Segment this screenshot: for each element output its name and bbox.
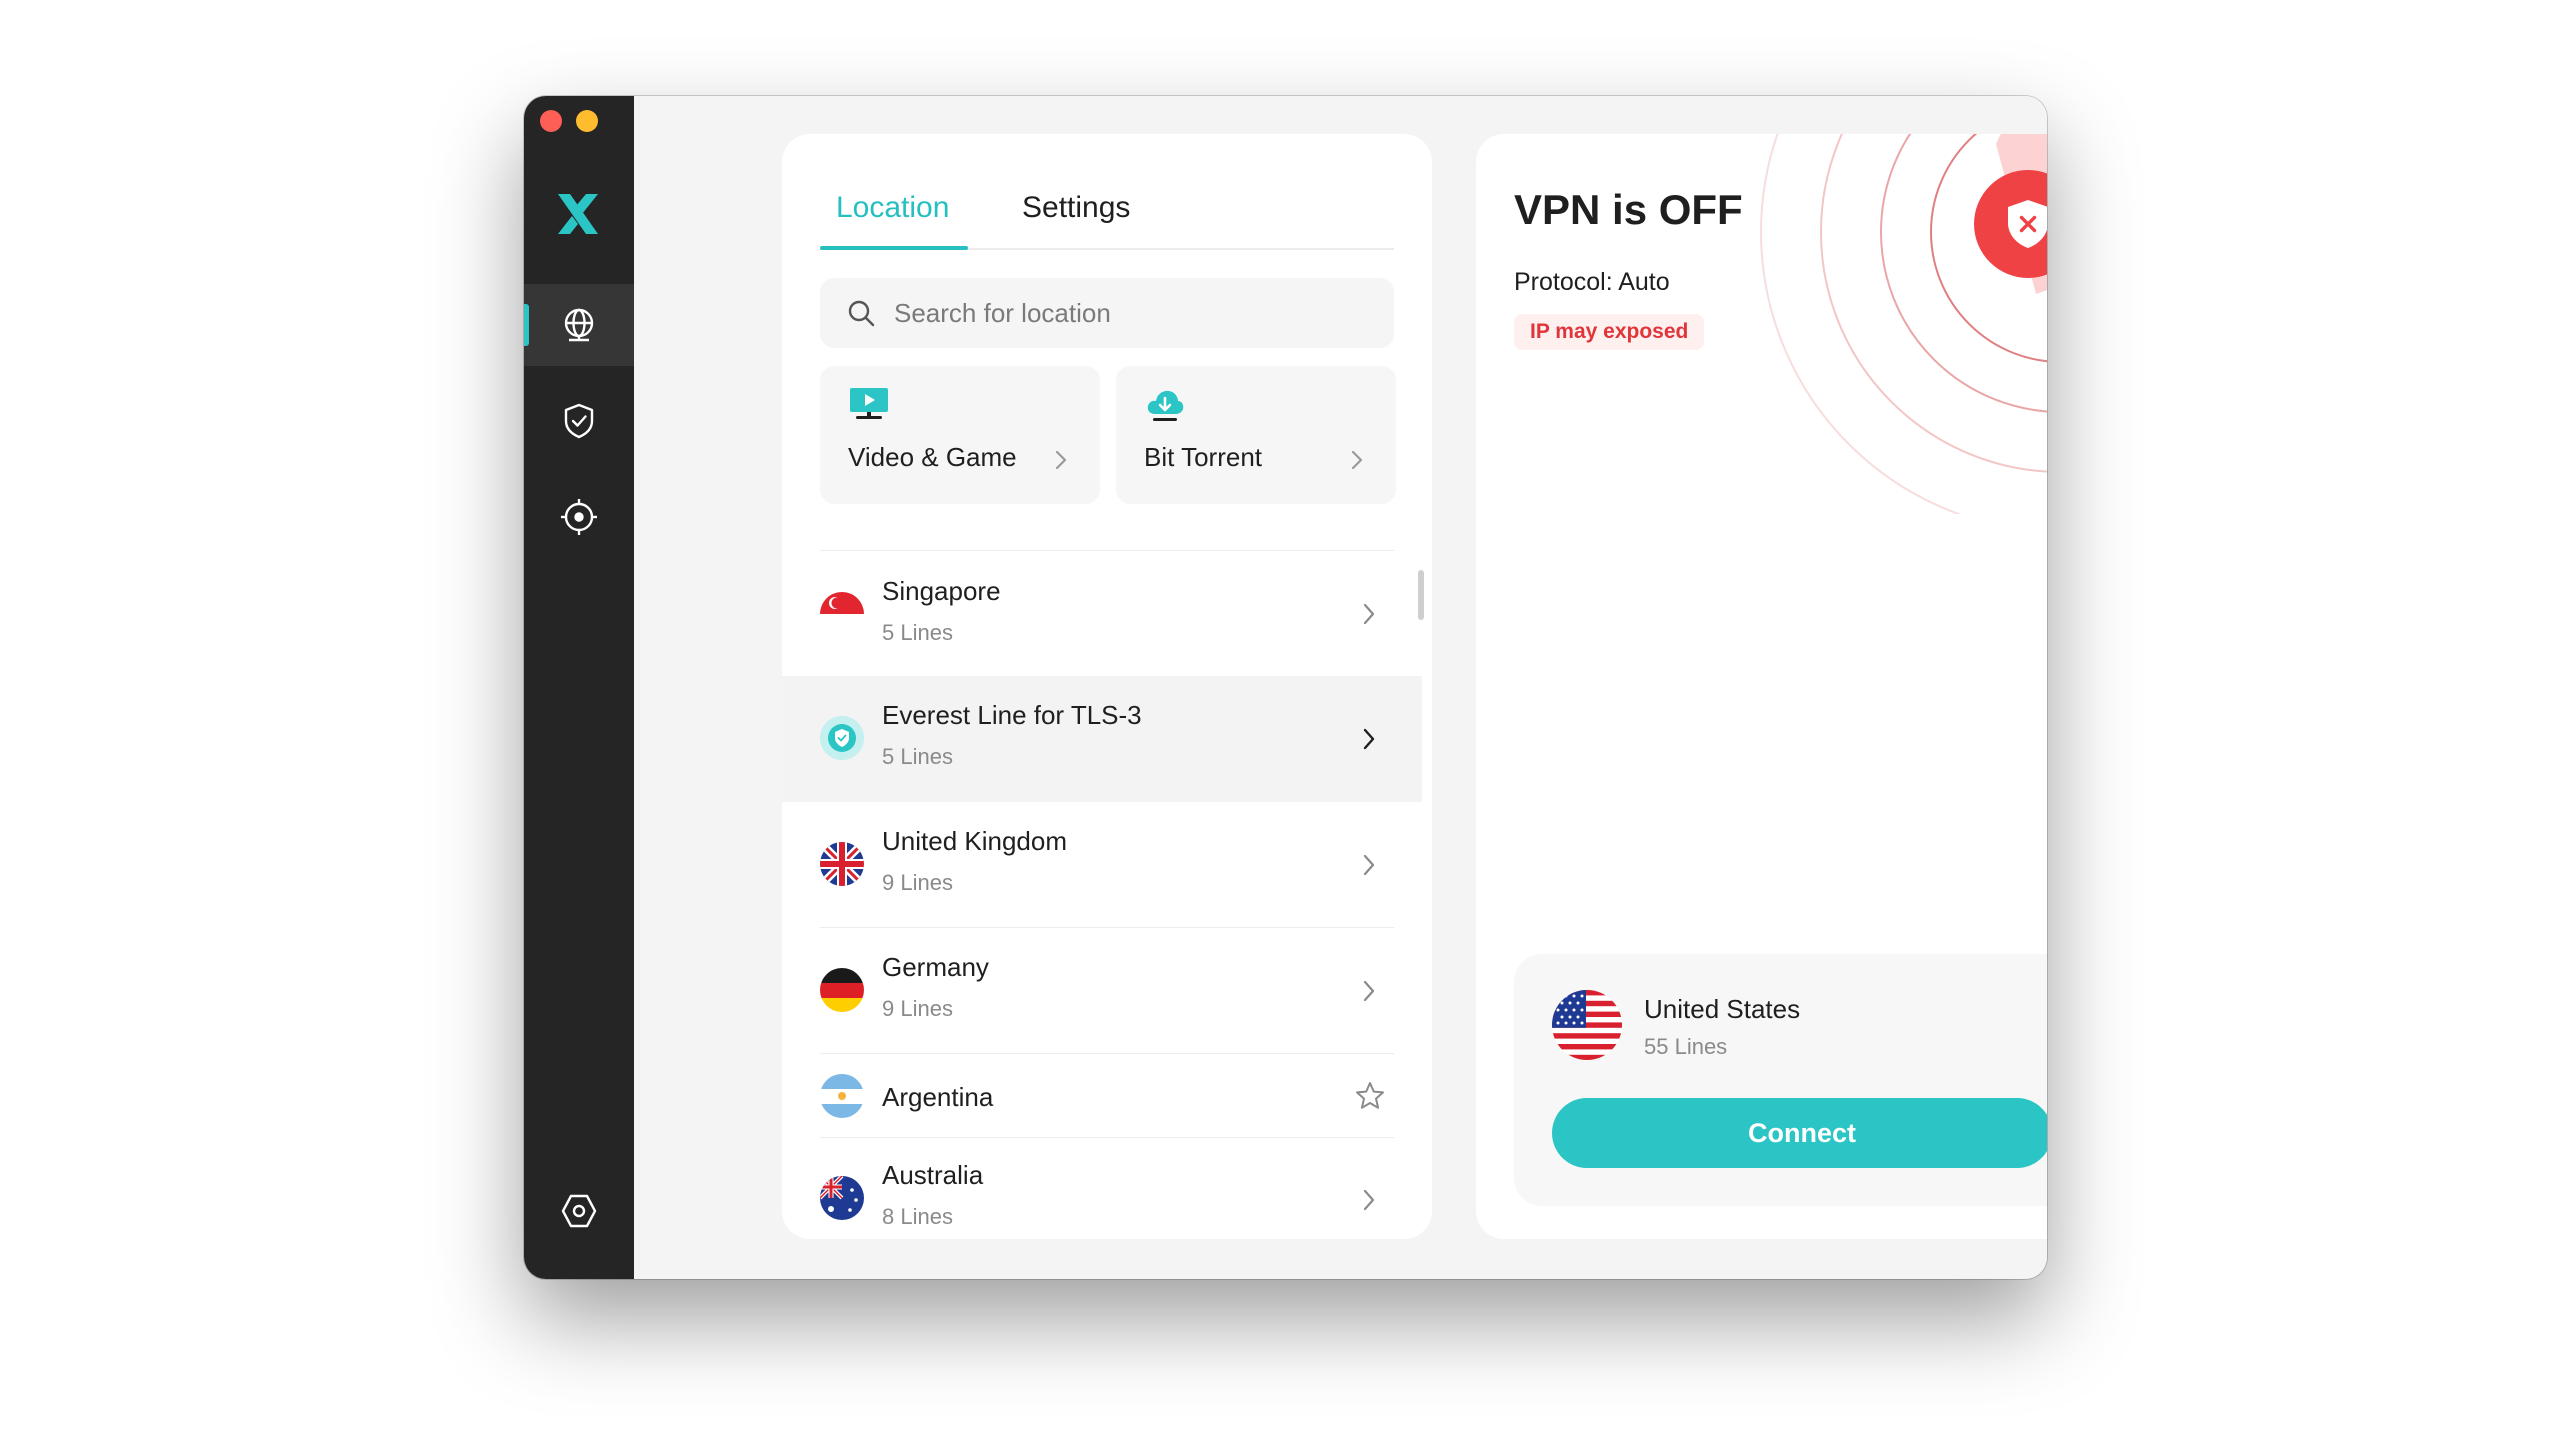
video-game-button[interactable]: Video & Game: [820, 366, 1100, 504]
location-row-everest-line[interactable]: Everest Line for TLS-3 5 Lines: [782, 676, 1422, 802]
main-area: Location Settings Video & Game: [634, 96, 2047, 1279]
chevron-right-icon: [1363, 603, 1375, 625]
location-name: Singapore: [882, 576, 1001, 606]
location-row-australia[interactable]: Australia 8 Lines: [782, 1138, 1422, 1239]
location-name: Argentina: [882, 1082, 994, 1112]
tab-location[interactable]: Location: [836, 182, 949, 250]
monitor-play-icon: [850, 388, 888, 419]
sidebar-settings-button[interactable]: [524, 1170, 634, 1252]
australia-flag-icon: [820, 1176, 864, 1220]
tab-settings[interactable]: Settings: [1022, 182, 1130, 250]
search-icon: [848, 300, 875, 327]
tab-bar: Location Settings: [820, 182, 1394, 250]
location-lines: 5 Lines: [882, 620, 953, 645]
cloud-download-icon: [1147, 390, 1184, 421]
ip-warning-badge: IP may exposed: [1514, 314, 1705, 350]
location-row-singapore[interactable]: Singapore 5 Lines: [782, 552, 1422, 676]
chevron-right-icon: [1055, 450, 1067, 470]
location-row-argentina[interactable]: Argentina: [782, 1054, 1422, 1138]
chevron-right-icon: [1351, 450, 1363, 470]
location-row-germany[interactable]: Germany 9 Lines: [782, 928, 1422, 1054]
bit-torrent-label: Bit Torrent: [1144, 442, 1263, 472]
minimize-window-button[interactable]: [576, 110, 598, 132]
list-divider: [820, 550, 1394, 551]
star-icon[interactable]: [1354, 1080, 1386, 1112]
uk-flag-icon: [820, 842, 864, 886]
status-panel: VPN is OFF Protocol: Auto IP may exposed: [1476, 134, 2047, 1239]
location-name: Australia: [882, 1160, 984, 1190]
sidebar-item-protection[interactable]: [524, 380, 634, 462]
location-row-united-kingdom[interactable]: United Kingdom 9 Lines: [782, 802, 1422, 928]
chevron-right-icon: [1363, 854, 1375, 876]
x-logo-icon: [558, 194, 598, 234]
app-window: Location Settings Video & Game: [524, 96, 2047, 1279]
selected-location-card: United States 55 Lines Connect: [1514, 954, 2047, 1206]
location-panel: Location Settings Video & Game: [782, 134, 1432, 1239]
search-input[interactable]: [894, 297, 1374, 329]
active-tab-indicator: [820, 246, 968, 250]
search-box: [820, 278, 1394, 348]
location-lines: 9 Lines: [882, 870, 953, 895]
vpn-status-title: VPN is OFF: [1514, 186, 1743, 233]
protocol-label: Protocol: Auto: [1514, 268, 1670, 296]
argentina-flag-icon: [820, 1074, 864, 1118]
video-game-label: Video & Game: [848, 442, 1017, 472]
location-name: Everest Line for TLS-3: [882, 700, 1142, 730]
connect-button[interactable]: Connect: [1552, 1098, 2047, 1168]
chevron-right-icon: [1363, 728, 1375, 750]
crosshair-icon: [561, 499, 597, 535]
location-lines: 5 Lines: [882, 744, 953, 769]
germany-flag-icon: [820, 968, 864, 1012]
shield-badge-icon: [820, 716, 864, 760]
chevron-right-icon: [1363, 980, 1375, 1002]
location-name: United Kingdom: [882, 826, 1067, 856]
close-window-button[interactable]: [540, 110, 562, 132]
globe-icon: [564, 308, 594, 342]
bit-torrent-button[interactable]: Bit Torrent: [1116, 366, 1396, 504]
singapore-flag-icon: [820, 592, 864, 636]
sidebar: [524, 96, 634, 1279]
hexagon-settings-icon: [561, 1194, 597, 1228]
shield-x-icon: [2008, 200, 2047, 248]
sidebar-item-locations[interactable]: [524, 284, 634, 366]
sidebar-item-target[interactable]: [524, 476, 634, 558]
chevron-right-icon: [1363, 1189, 1375, 1211]
selected-location-lines: 55 Lines: [1644, 1034, 1728, 1059]
location-lines: 8 Lines: [882, 1204, 953, 1229]
location-name: Germany: [882, 952, 989, 982]
shield-check-icon: [564, 403, 594, 439]
selected-location-name: United States: [1644, 994, 1801, 1024]
usa-flag-icon: [1552, 990, 1622, 1060]
location-lines: 9 Lines: [882, 996, 953, 1021]
